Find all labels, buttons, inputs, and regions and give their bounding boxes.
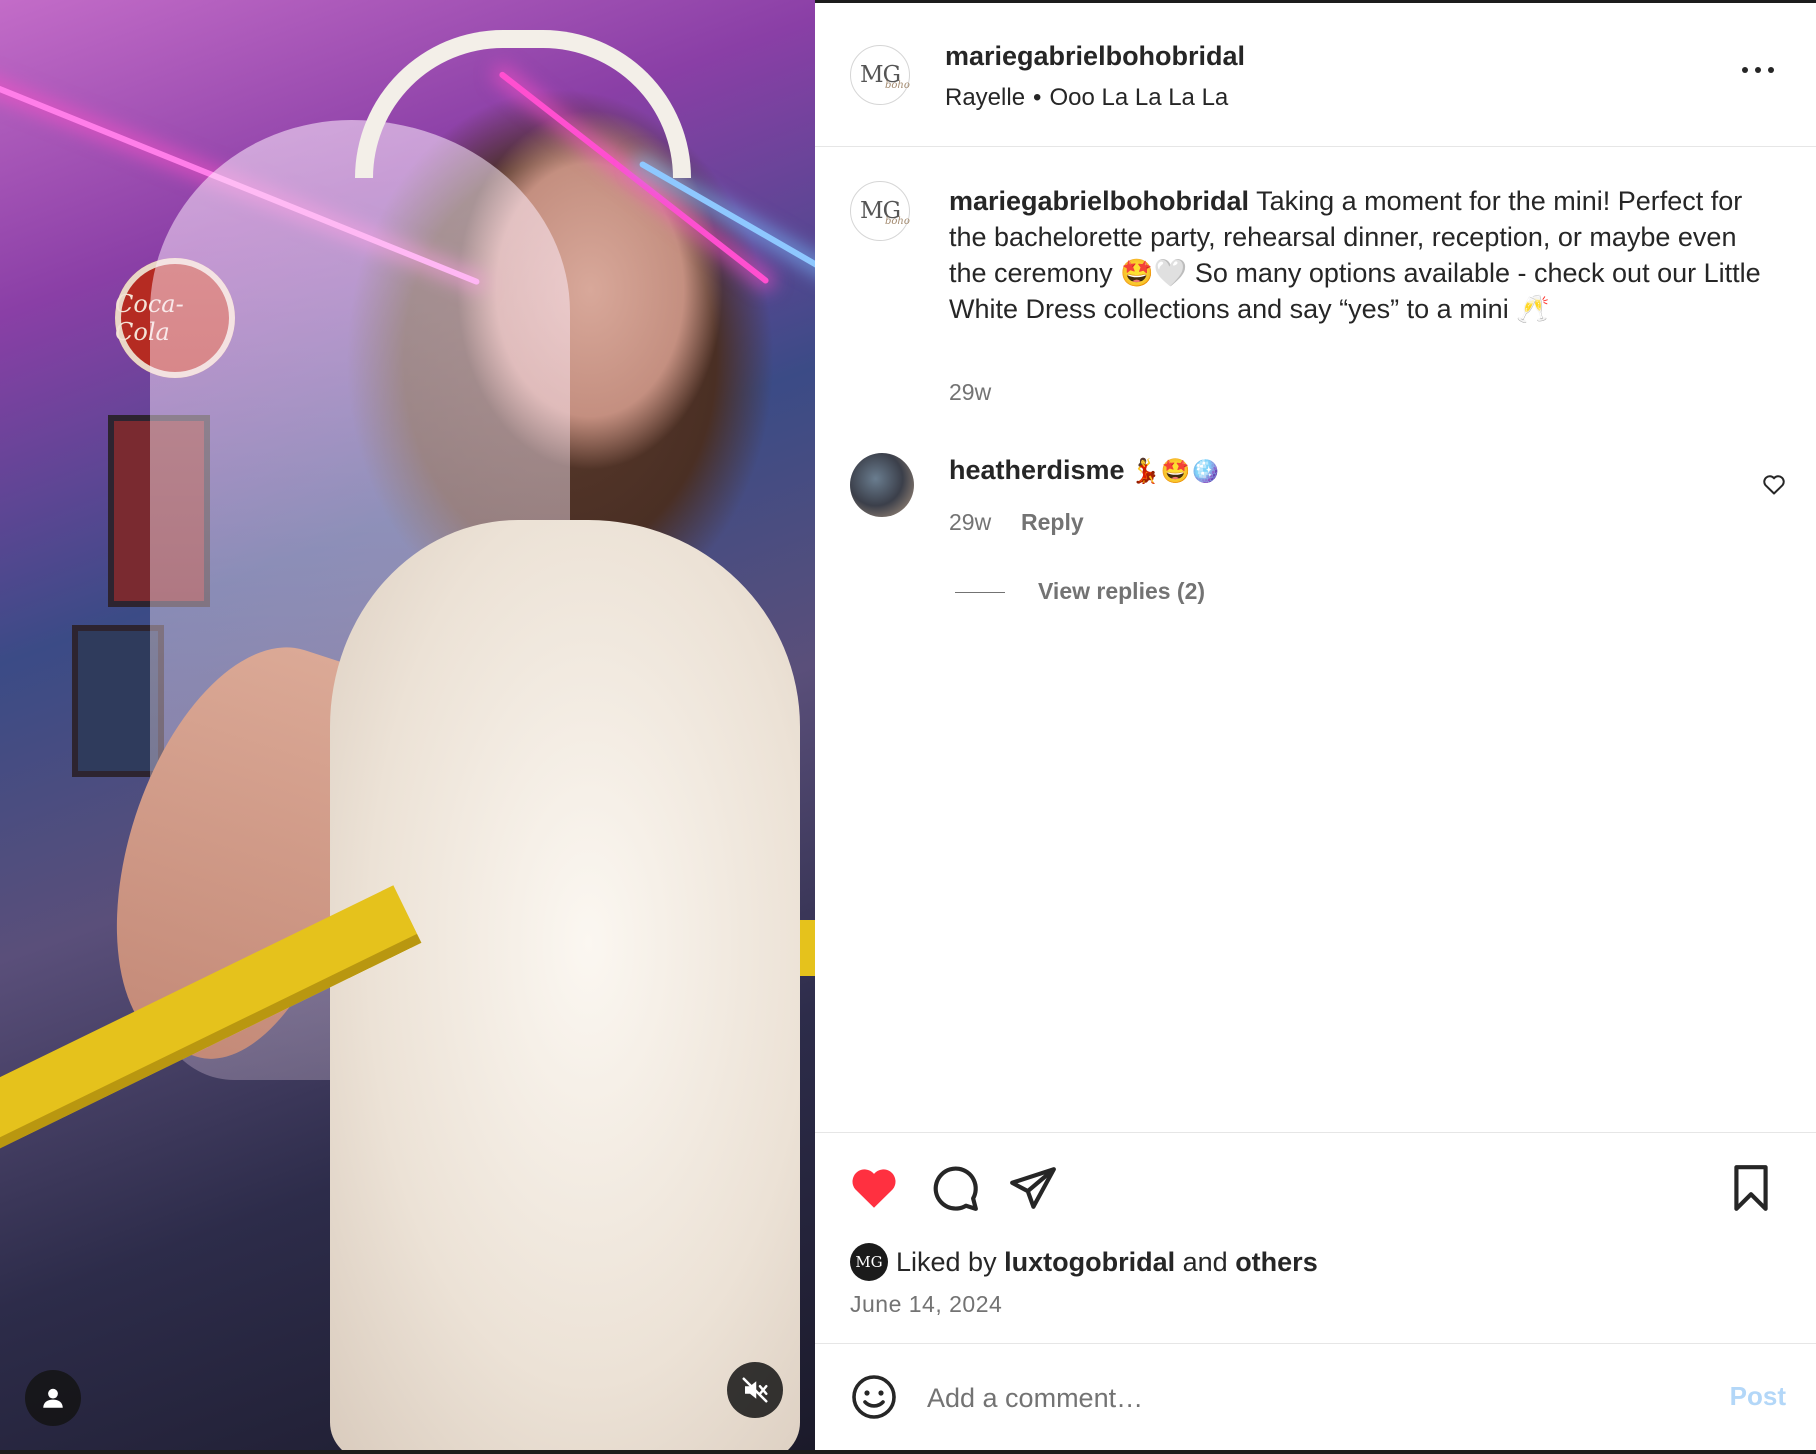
comment-bubble-icon[interactable] bbox=[930, 1163, 980, 1213]
divider bbox=[815, 1343, 1816, 1344]
view-replies-button[interactable]: View replies (2) bbox=[1038, 578, 1205, 605]
divider bbox=[815, 1132, 1816, 1133]
post-header: MG boho mariegabrielbohobridal Rayelle • O… bbox=[815, 3, 1816, 147]
header-username[interactable]: mariegabrielbohobridal bbox=[945, 41, 1245, 72]
comment-text: 💃🤩🪩 bbox=[1130, 458, 1221, 485]
caption-avatar[interactable]: MG boho bbox=[850, 181, 910, 241]
likes-summary: MG Liked by luxtogobridal and others bbox=[850, 1243, 1318, 1281]
profile-avatar[interactable]: MG boho bbox=[850, 45, 910, 105]
more-options-icon[interactable] bbox=[1740, 63, 1776, 77]
sequin-dress bbox=[330, 520, 800, 1450]
mute-button[interactable] bbox=[727, 1362, 783, 1418]
user-icon bbox=[43, 1388, 63, 1408]
caption-username[interactable]: mariegabrielbohobridal bbox=[949, 186, 1249, 216]
add-comment-input[interactable] bbox=[925, 1375, 1669, 1421]
audio-artist[interactable]: Rayelle bbox=[945, 84, 1025, 111]
liker-avatar[interactable]: MG bbox=[850, 1243, 888, 1281]
share-paper-plane-icon[interactable] bbox=[1008, 1163, 1058, 1213]
post-media[interactable]: Coca-Cola bbox=[0, 0, 815, 1450]
post-details-panel: MG boho mariegabrielbohobridal Rayelle • O… bbox=[815, 3, 1816, 1450]
comment: heatherdisme 💃🤩🪩 bbox=[949, 455, 1220, 486]
heart-outline-icon[interactable] bbox=[1762, 473, 1786, 495]
heart-filled-icon[interactable] bbox=[849, 1163, 899, 1213]
avatar-subtext: boho bbox=[885, 80, 910, 91]
likes-others-link[interactable]: others bbox=[1235, 1247, 1318, 1278]
likes-connector: and bbox=[1182, 1246, 1228, 1277]
post-date[interactable]: June 14, 2024 bbox=[850, 1291, 1002, 1318]
bookmark-icon[interactable] bbox=[1726, 1163, 1776, 1213]
avatar-subtext: boho bbox=[885, 216, 910, 227]
replies-divider bbox=[955, 592, 1005, 593]
commenter-avatar[interactable] bbox=[850, 453, 914, 517]
liker-username[interactable]: luxtogobridal bbox=[1004, 1247, 1175, 1278]
separator-dot: • bbox=[1033, 84, 1042, 111]
audio-track[interactable]: Ooo La La La La bbox=[1049, 84, 1228, 111]
reply-button[interactable]: Reply bbox=[1021, 509, 1084, 536]
emoji-smile-icon[interactable] bbox=[850, 1373, 898, 1421]
comment-timestamp[interactable]: 29w bbox=[949, 509, 991, 536]
pearl-headband bbox=[355, 30, 691, 178]
volume-muted-icon bbox=[742, 1377, 768, 1403]
tagged-users-button[interactable] bbox=[25, 1370, 81, 1426]
post-caption: mariegabrielbohobridal Taking a moment f… bbox=[949, 183, 1769, 327]
likes-prefix: Liked by bbox=[896, 1246, 997, 1277]
caption-timestamp[interactable]: 29w bbox=[949, 379, 991, 406]
post-comment-button[interactable]: Post bbox=[1730, 1381, 1786, 1412]
comment-username[interactable]: heatherdisme bbox=[949, 455, 1125, 485]
audio-info[interactable]: Rayelle • Ooo La La La La bbox=[945, 84, 1228, 112]
